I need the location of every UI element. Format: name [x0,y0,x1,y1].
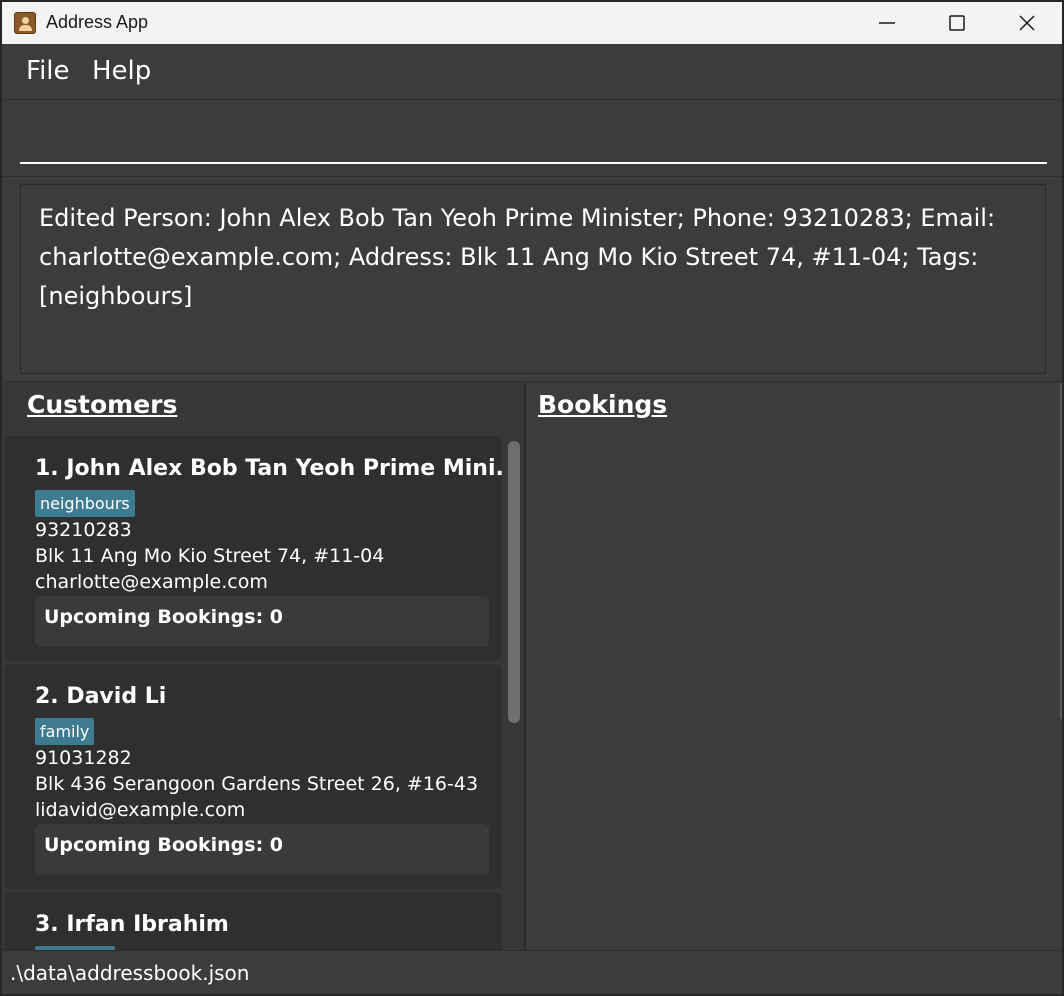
upcoming-bookings-box: Upcoming Bookings: 0 [35,596,489,647]
customer-phone: 93210283 [35,519,132,541]
customers-header: Customers [27,390,178,419]
customer-name: 2. David Li [35,684,167,709]
customer-address: Blk 436 Serangoon Gardens Street 26, #16… [35,773,479,795]
customer-email: charlotte@example.com [35,571,268,593]
title-bar[interactable]: Address App [2,2,1062,44]
command-input[interactable] [20,110,1047,164]
customer-phone: 91031282 [35,747,132,769]
menu-help[interactable]: Help [92,56,151,86]
window-title: Address App [46,12,149,32]
result-message: Edited Person: John Alex Bob Tan Yeoh Pr… [39,204,996,310]
scrollbar-thumb[interactable] [508,441,520,723]
customer-email: lidavid@example.com [35,799,246,821]
minimize-button[interactable] [852,2,922,44]
maximize-icon [949,15,965,31]
customer-tag: family [35,718,95,745]
save-location: .\data\addressbook.json [10,961,250,985]
menu-bar: File Help [2,44,1062,100]
close-icon [1019,15,1035,31]
customer-name: 1. John Alex Bob Tan Yeoh Prime Mini... [35,456,521,481]
bookings-header: Bookings [538,390,668,419]
address-book-icon [14,12,36,34]
upcoming-bookings-box: Upcoming Bookings: 0 [35,824,489,875]
customer-list-panel: Customers 1. John Alex Bob Tan Yeoh Prim… [2,383,524,950]
upcoming-bookings-label: Upcoming Bookings: 0 [44,606,284,628]
customer-list-scrollbar[interactable] [506,439,520,950]
minimize-icon [879,22,895,24]
bookings-panel: Bookings [526,383,1062,950]
customer-card[interactable]: 1. John Alex Bob Tan Yeoh Prime Mini... … [4,436,521,661]
customer-card[interactable]: 2. David Li family 91031282 Blk 436 Sera… [4,664,502,889]
customer-tag: neighbours [35,490,135,517]
customer-address: Blk 11 Ang Mo Kio Street 74, #11-04 [35,545,385,567]
result-display[interactable]: Edited Person: John Alex Bob Tan Yeoh Pr… [20,184,1046,374]
maximize-button[interactable] [922,2,992,44]
customer-card[interactable]: 3. Irfan Ibrahim [4,892,502,950]
close-button[interactable] [992,2,1062,44]
upcoming-bookings-label: Upcoming Bookings: 0 [44,834,284,856]
customer-name: 3. Irfan Ibrahim [35,912,229,937]
window-edge-scrollbar [1060,383,1062,719]
app-window: Address App File Help Edited Person: Joh… [2,2,1062,994]
status-bar: .\data\addressbook.json [2,950,1062,994]
command-box [2,100,1062,177]
menu-file[interactable]: File [26,56,70,86]
